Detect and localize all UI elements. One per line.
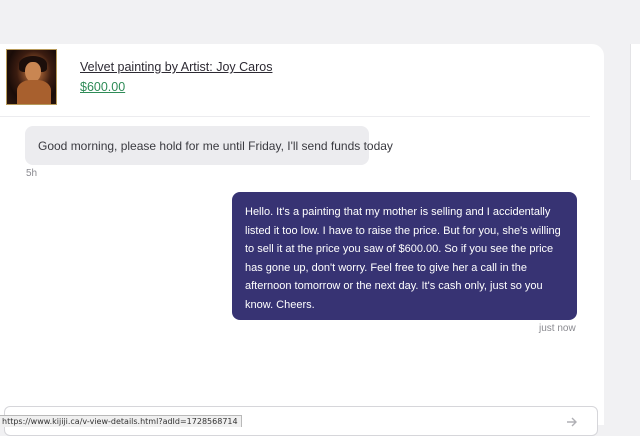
incoming-message-time: 5h: [26, 168, 38, 179]
outgoing-message-time: just now: [539, 323, 576, 334]
listing-thumbnail[interactable]: [6, 49, 57, 105]
send-arrow-icon[interactable]: [566, 416, 578, 428]
outgoing-message-bubble: Hello. It's a painting that my mother is…: [232, 192, 577, 320]
thumbnail-face: [25, 62, 41, 82]
header-divider: [0, 116, 590, 117]
listing-info: Velvet painting by Artist: Joy Caros $60…: [80, 60, 272, 94]
thumbnail-figure: [17, 80, 51, 104]
listing-header: Velvet painting by Artist: Joy Caros $60…: [6, 49, 566, 107]
listing-title-link[interactable]: Velvet painting by Artist: Joy Caros: [80, 60, 272, 74]
side-panel-edge: [630, 44, 640, 180]
browser-status-url: https://www.kijiji.ca/v-view-details.htm…: [0, 415, 242, 427]
incoming-message-bubble: Good morning, please hold for me until F…: [25, 126, 393, 165]
listing-price-link[interactable]: $600.00: [80, 80, 272, 94]
